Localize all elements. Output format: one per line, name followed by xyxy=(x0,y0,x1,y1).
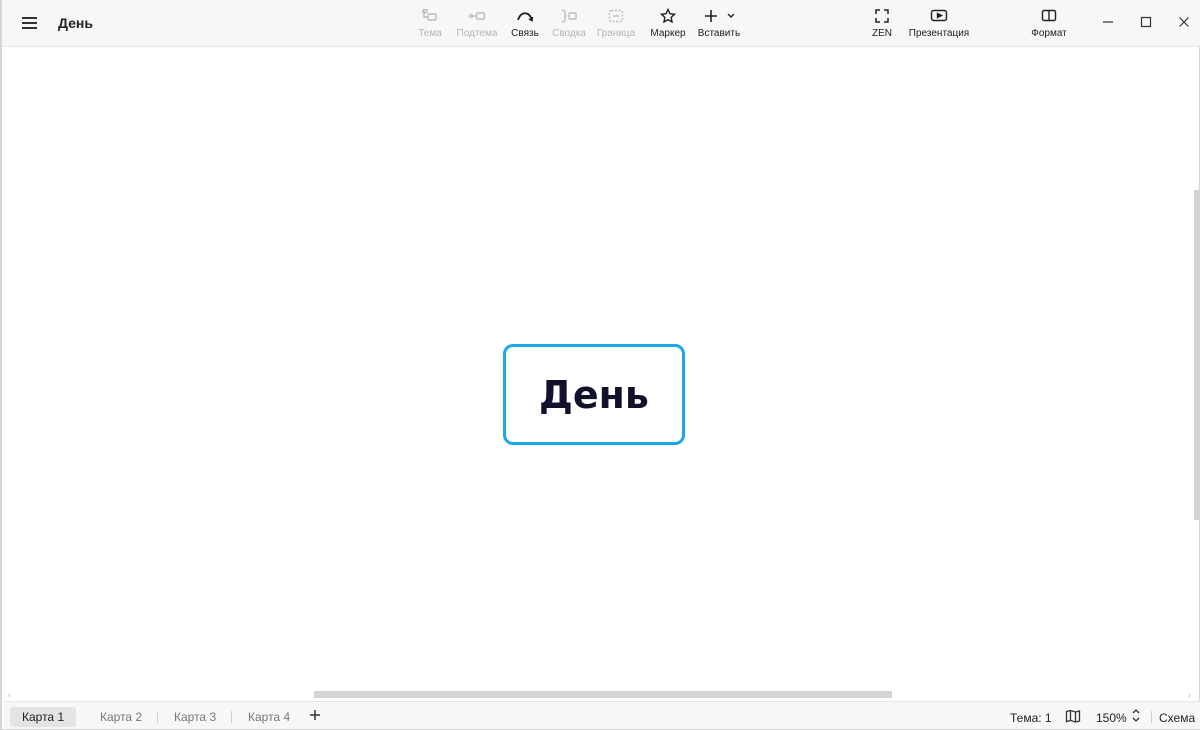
topic-button[interactable]: Тема xyxy=(415,6,445,42)
app-window: День Тема Подтема Связь Сводка Граница М… xyxy=(0,0,1200,730)
boundary-icon xyxy=(604,6,628,26)
theme-indicator[interactable]: Тема: 1 xyxy=(1010,711,1052,725)
topic-label: Тема xyxy=(418,28,442,39)
star-icon xyxy=(656,6,680,26)
top-toolbar: День Тема Подтема Связь Сводка Граница М… xyxy=(2,0,1200,47)
sheet-tab-2[interactable]: Карта 2 xyxy=(88,707,154,727)
central-topic-label: День xyxy=(539,372,649,417)
central-topic[interactable]: День xyxy=(503,344,685,445)
marker-button[interactable]: Маркер xyxy=(648,6,688,42)
minimize-icon[interactable] xyxy=(1098,12,1118,32)
relationship-button[interactable]: Связь xyxy=(508,6,542,42)
vertical-scrollbar[interactable] xyxy=(1193,48,1200,690)
presentation-label: Презентация xyxy=(908,28,970,39)
add-sheet-button[interactable] xyxy=(309,705,321,726)
vertical-scrollbar-thumb[interactable] xyxy=(1194,190,1200,520)
status-bar: Карта 1 Карта 2 Карта 3 Карта 4 Тема: 1 … xyxy=(4,701,1200,729)
maximize-icon[interactable] xyxy=(1136,12,1156,32)
summary-button[interactable]: Сводка xyxy=(550,6,588,42)
insert-button[interactable]: Вставить xyxy=(697,6,741,42)
tab-divider xyxy=(157,711,158,723)
plus-icon xyxy=(310,710,320,720)
relationship-icon xyxy=(513,6,537,26)
relationship-label: Связь xyxy=(511,28,539,39)
horizontal-scrollbar[interactable]: ‹ › xyxy=(4,690,1200,700)
format-panel-icon xyxy=(1037,6,1061,26)
format-button[interactable]: Формат xyxy=(1029,6,1069,42)
boundary-label: Граница xyxy=(596,28,636,39)
horizontal-scrollbar-thumb[interactable] xyxy=(314,691,892,698)
scroll-right-icon[interactable]: › xyxy=(1188,690,1191,700)
presentation-icon xyxy=(927,6,951,26)
tab-divider xyxy=(231,711,232,723)
sheet-tab-4[interactable]: Карта 4 xyxy=(236,707,302,727)
format-label: Формат xyxy=(1031,28,1067,39)
subtopic-label: Подтема xyxy=(456,28,498,39)
zen-label: ZEN xyxy=(872,28,892,39)
zoom-level[interactable]: 150% xyxy=(1096,711,1127,725)
plus-icon xyxy=(705,10,734,22)
zoom-stepper-icon[interactable] xyxy=(1131,708,1141,728)
presentation-button[interactable]: Презентация xyxy=(908,6,970,42)
zen-button[interactable]: ZEN xyxy=(868,6,896,42)
subtopic-icon xyxy=(465,6,489,26)
outline-button[interactable]: Схема xyxy=(1159,711,1195,725)
status-divider xyxy=(1151,711,1152,723)
scroll-left-icon[interactable]: ‹ xyxy=(8,690,11,700)
subtopic-button[interactable]: Подтема xyxy=(455,6,499,42)
insert-icons xyxy=(702,6,736,26)
marker-label: Маркер xyxy=(650,28,686,39)
close-icon[interactable] xyxy=(1174,12,1194,32)
menu-icon[interactable] xyxy=(20,14,40,32)
fullscreen-icon xyxy=(870,6,894,26)
sheet-tab-3[interactable]: Карта 3 xyxy=(162,707,228,727)
boundary-button[interactable]: Граница xyxy=(596,6,636,42)
topic-icon xyxy=(418,6,442,26)
document-title: День xyxy=(58,15,93,31)
map-icon[interactable] xyxy=(1065,709,1081,728)
sheet-tab-1[interactable]: Карта 1 xyxy=(10,707,77,727)
summary-label: Сводка xyxy=(552,28,586,39)
insert-label: Вставить xyxy=(697,28,741,39)
summary-icon xyxy=(557,6,581,26)
